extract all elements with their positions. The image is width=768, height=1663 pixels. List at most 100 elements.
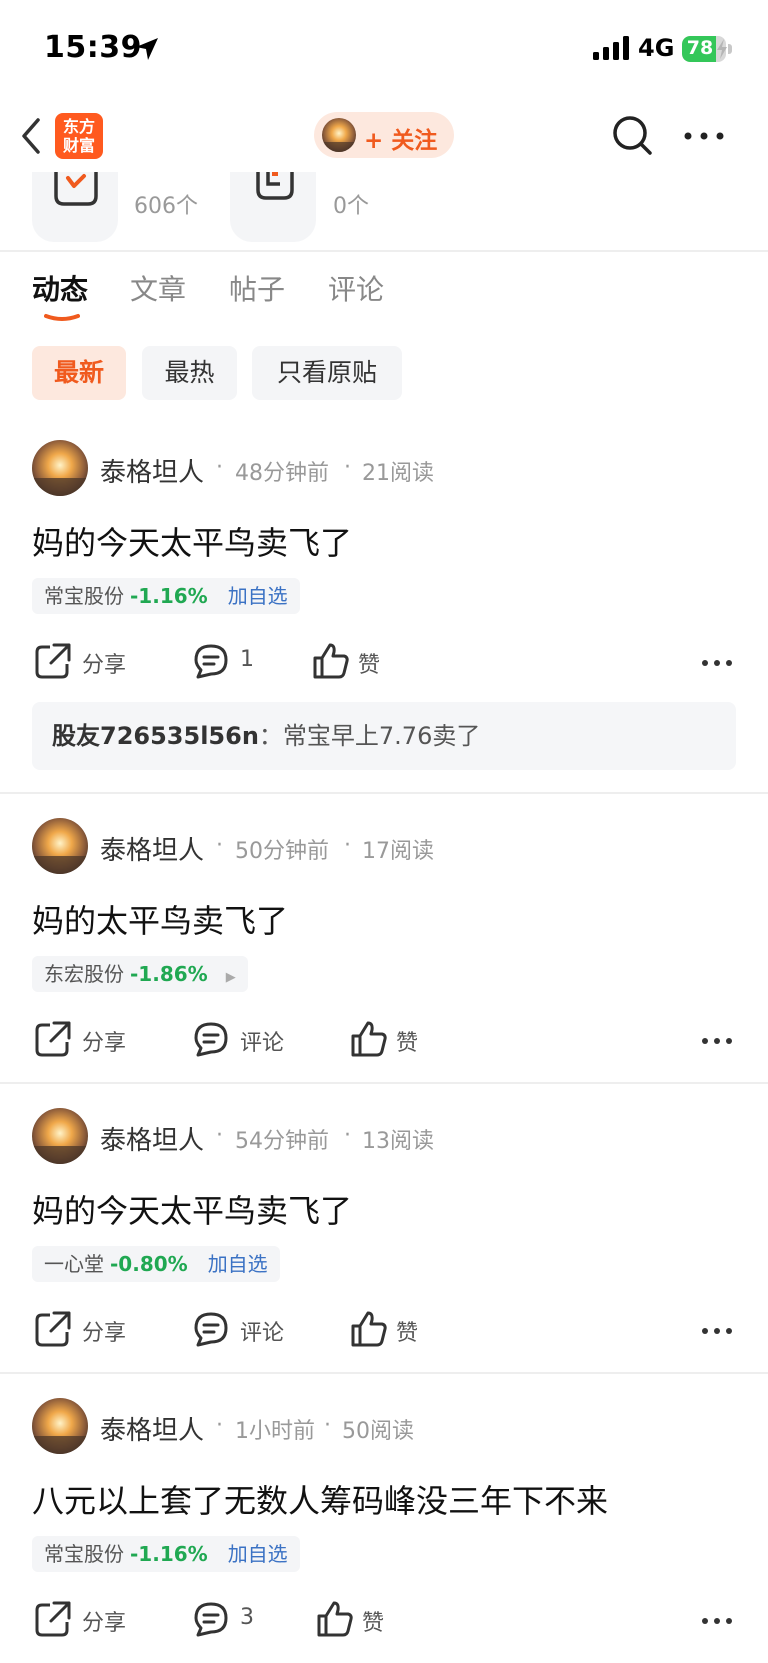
stock-name: 常宝股份	[44, 1542, 124, 1566]
share-label: 分享	[82, 1031, 127, 1056]
author-name[interactable]: 泰格坦人	[100, 1410, 204, 1447]
filter-latest[interactable]: 最新	[32, 346, 126, 400]
add-watchlist-link[interactable]: 加自选	[228, 584, 288, 608]
logo-line-1: 东方	[62, 117, 95, 136]
like-label: 赞	[396, 1321, 419, 1346]
read-count: 21阅读	[362, 461, 434, 486]
like-label: 赞	[362, 1611, 385, 1636]
stock-tag[interactable]: 东宏股份 -1.86% ▶	[32, 956, 248, 992]
meta-dot: ·	[344, 455, 351, 480]
add-watchlist-link[interactable]: 加自选	[208, 1252, 268, 1276]
add-watchlist-link[interactable]: 加自选	[228, 1542, 288, 1566]
divider	[0, 250, 768, 252]
stock-tag[interactable]: 一心堂 -0.80% 加自选	[32, 1246, 280, 1282]
meta-dot: ·	[216, 455, 223, 480]
stock-change: -1.86%	[130, 962, 208, 986]
stock-name: 东宏股份	[44, 962, 124, 986]
thumbs-up-icon	[317, 1601, 353, 1637]
reply-user[interactable]: 股友726535l56n	[52, 722, 259, 750]
more-options-icon[interactable]	[700, 1326, 734, 1336]
comment-label: 评论	[240, 1031, 285, 1056]
reply-preview[interactable]: 股友726535l56n：常宝早上7.76卖了	[32, 702, 736, 770]
group-icon	[256, 172, 294, 200]
reply-text: 常宝早上7.76卖了	[282, 722, 481, 750]
comment-icon	[194, 1312, 228, 1347]
stat-tile-1[interactable]	[32, 172, 118, 242]
more-options-icon[interactable]	[700, 1036, 734, 1046]
stock-change: -1.16%	[130, 1542, 208, 1566]
location-arrow-icon	[136, 38, 158, 60]
share-icon	[35, 643, 71, 679]
search-icon[interactable]	[610, 113, 656, 159]
comment-icon	[194, 1022, 228, 1057]
post-time: 50分钟前	[235, 839, 329, 864]
app-logo[interactable]: 东方 财富	[55, 113, 103, 159]
author-name[interactable]: 泰格坦人	[100, 452, 204, 489]
author-name[interactable]: 泰格坦人	[100, 830, 204, 867]
share-icon	[35, 1601, 71, 1637]
author-name[interactable]: 泰格坦人	[100, 1120, 204, 1157]
post-text[interactable]: 妈的今天太平鸟卖飞了	[32, 518, 352, 564]
post-text[interactable]: 妈的今天太平鸟卖飞了	[32, 1186, 352, 1232]
more-options-icon[interactable]	[682, 125, 726, 147]
stock-tag[interactable]: 常宝股份 -1.16% 加自选	[32, 1536, 300, 1572]
divider	[0, 1082, 768, 1084]
filter-original-only[interactable]: 只看原贴	[252, 346, 402, 400]
back-chevron-icon[interactable]	[16, 114, 46, 158]
stock-change: -1.16%	[130, 584, 208, 608]
meta-dot: ·	[216, 1413, 223, 1438]
filter-hottest[interactable]: 最热	[142, 346, 237, 400]
divider	[0, 792, 768, 794]
avatar[interactable]	[32, 1108, 88, 1164]
share-icon	[35, 1311, 71, 1347]
stock-tag[interactable]: 常宝股份 -1.16% 加自选	[32, 578, 300, 614]
avatar[interactable]	[32, 1398, 88, 1454]
share-label: 分享	[82, 653, 127, 678]
meta-dot: ·	[344, 833, 351, 858]
avatar	[322, 118, 356, 152]
read-count: 50阅读	[342, 1419, 414, 1444]
cellular-signal-icon	[593, 36, 629, 60]
post-text[interactable]: 妈的太平鸟卖飞了	[32, 896, 288, 942]
stat-tile-2[interactable]	[230, 172, 316, 242]
share-label: 分享	[82, 1321, 127, 1346]
post-time: 54分钟前	[235, 1129, 329, 1154]
tab-dynamic[interactable]: 动态	[32, 268, 88, 308]
post-text[interactable]: 八元以上套了无数人筹码峰没三年下不来	[32, 1476, 608, 1522]
status-bar: 15:39 4G 78	[0, 0, 768, 96]
expand-arrow-icon[interactable]: ▶	[226, 970, 236, 985]
comment-icon	[194, 644, 228, 679]
meta-dot: ·	[324, 1413, 331, 1438]
tab-articles[interactable]: 文章	[130, 268, 186, 308]
post-time: 1小时前	[235, 1419, 315, 1444]
network-type-label: 4G	[638, 34, 675, 62]
tab-posts[interactable]: 帖子	[229, 268, 285, 308]
like-label: 赞	[358, 653, 381, 678]
comment-count: 3	[240, 1605, 254, 1630]
meta-dot: ·	[216, 1123, 223, 1148]
stock-name: 一心堂	[44, 1252, 104, 1276]
read-count: 13阅读	[362, 1129, 434, 1154]
nav-bar: 东方 财富 + 关注	[0, 100, 768, 172]
more-options-icon[interactable]	[700, 1616, 734, 1626]
battery-indicator: 78	[682, 36, 732, 62]
comment-count: 1	[240, 647, 254, 672]
thumbs-up-icon	[351, 1311, 387, 1347]
stock-name: 常宝股份	[44, 584, 124, 608]
status-time: 15:39	[44, 30, 142, 65]
more-options-icon[interactable]	[700, 658, 734, 668]
thumbs-up-icon	[313, 643, 349, 679]
portfolio-icon	[54, 172, 98, 206]
battery-level: 78	[686, 37, 714, 59]
avatar[interactable]	[32, 440, 88, 496]
charging-bolt-icon	[717, 39, 727, 59]
avatar[interactable]	[32, 818, 88, 874]
follow-label: + 关注	[364, 128, 438, 154]
post-time: 48分钟前	[235, 461, 329, 486]
stock-change: -0.80%	[110, 1252, 188, 1276]
tab-comments[interactable]: 评论	[328, 268, 384, 308]
follow-button[interactable]: + 关注	[314, 112, 454, 158]
profile-stats: 606个 0个	[0, 172, 768, 250]
stat-count-1: 606个	[134, 194, 198, 219]
stat-count-2: 0个	[333, 194, 369, 219]
